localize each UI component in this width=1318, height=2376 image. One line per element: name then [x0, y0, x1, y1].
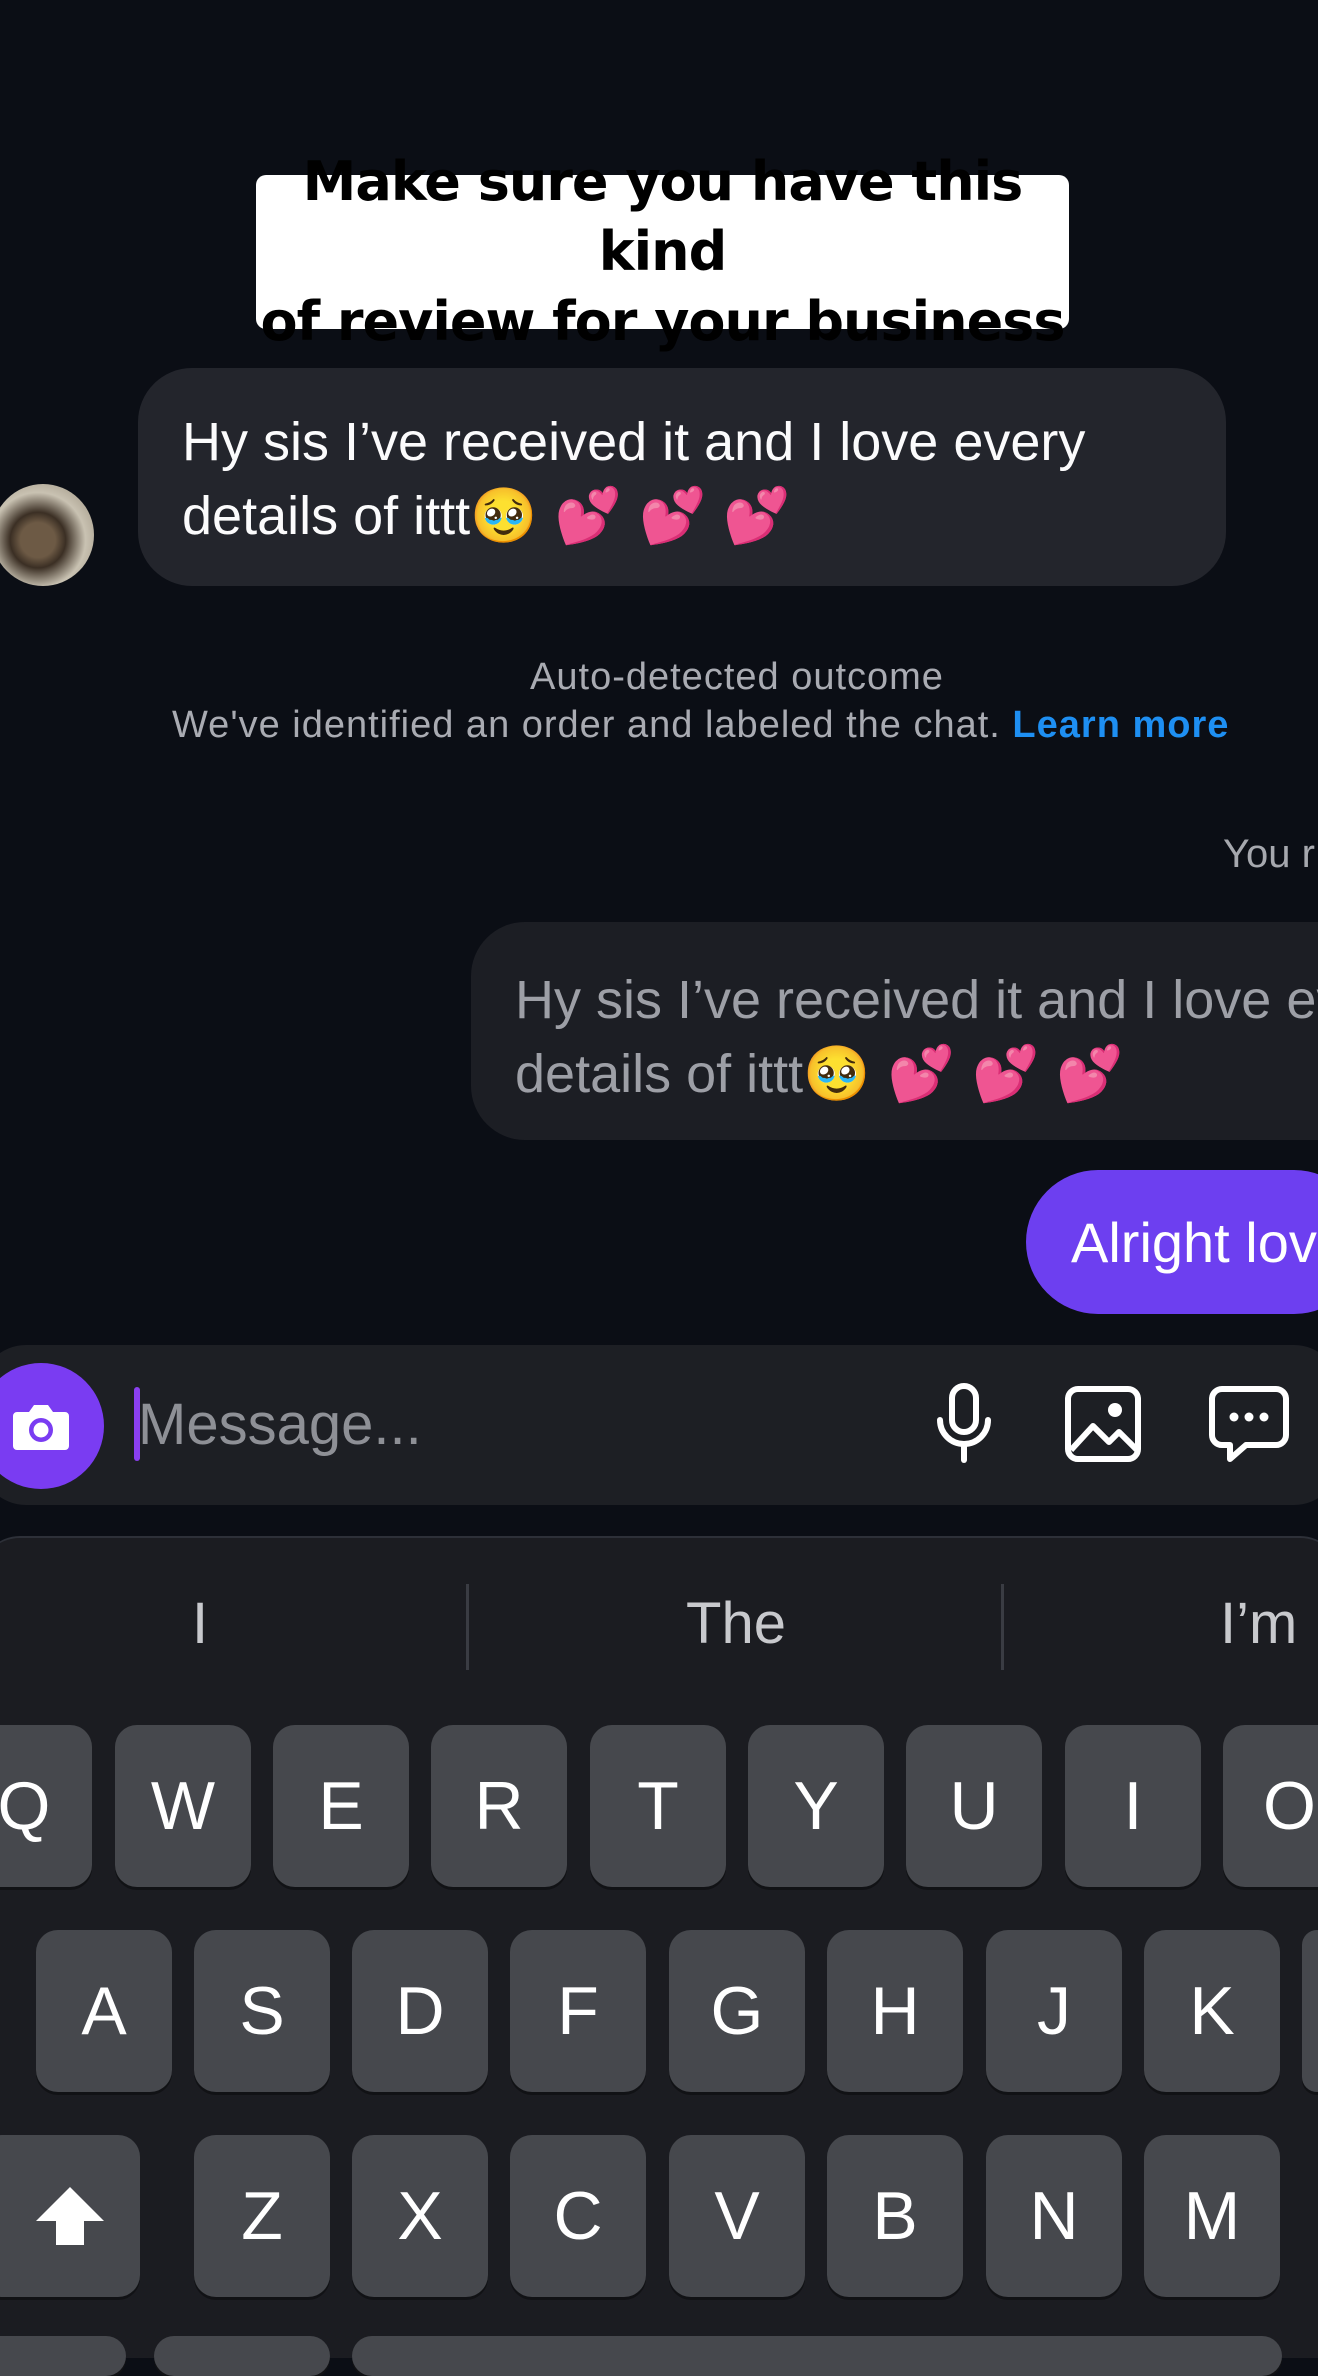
key-e[interactable]: E	[273, 1725, 409, 1887]
microphone-button[interactable]	[922, 1382, 1006, 1466]
camera-icon	[13, 1405, 69, 1450]
image-icon	[1065, 1386, 1141, 1462]
key-f[interactable]: F	[510, 1930, 646, 2092]
incoming-message-emojis: 🥹 💕 💕 💕	[470, 484, 791, 547]
shift-icon	[36, 2187, 104, 2245]
key-b[interactable]: B	[827, 2135, 963, 2297]
notice-body: We've identified an order and labeled th…	[172, 704, 1229, 747]
incoming-message-bubble[interactable]: Hy sis I’ve received it and I love every…	[138, 368, 1226, 586]
key-l-partial[interactable]	[1302, 1930, 1318, 2092]
shift-key[interactable]	[0, 2135, 140, 2297]
key-v[interactable]: V	[669, 2135, 805, 2297]
key-r[interactable]: R	[431, 1725, 567, 1887]
key-j[interactable]: J	[986, 1930, 1122, 2092]
quoted-message-line-1: Hy sis I’ve received it and I love ev	[515, 970, 1318, 1030]
key-c[interactable]: C	[510, 2135, 646, 2297]
caption-line-2: of review for your business	[260, 290, 1066, 353]
key-q[interactable]: Q	[0, 1725, 92, 1887]
key-g[interactable]: G	[669, 1930, 805, 2092]
key-w[interactable]: W	[115, 1725, 251, 1887]
emoji-key[interactable]	[154, 2336, 330, 2376]
key-x[interactable]: X	[352, 2135, 488, 2297]
key-i[interactable]: I	[1065, 1725, 1201, 1887]
suggestion-divider	[466, 1584, 469, 1670]
you-replied-label: You r	[1223, 832, 1315, 876]
quoted-message-bubble[interactable]: Hy sis I’ve received it and I love ev de…	[471, 922, 1318, 1140]
incoming-message-line-2: details of ittt	[182, 486, 471, 546]
microphone-icon	[937, 1383, 991, 1463]
space-key[interactable]	[352, 2336, 1282, 2376]
suggestion-2[interactable]: The	[560, 1590, 912, 1670]
key-d[interactable]: D	[352, 1930, 488, 2092]
suggestion-divider	[1001, 1584, 1004, 1670]
incoming-message-line-1: Hy sis I’ve received it and I love every	[182, 412, 1086, 472]
key-t[interactable]: T	[590, 1725, 726, 1887]
key-y[interactable]: Y	[748, 1725, 884, 1887]
outgoing-message-text: Alright lov	[1071, 1210, 1317, 1274]
key-n[interactable]: N	[986, 2135, 1122, 2297]
suggestion-3[interactable]: I’m	[1220, 1590, 1318, 1670]
key-s[interactable]: S	[194, 1930, 330, 2092]
learn-more-link[interactable]: Learn more	[1012, 704, 1229, 746]
sticker-chat-icon	[1209, 1386, 1289, 1462]
key-z[interactable]: Z	[194, 2135, 330, 2297]
sender-avatar[interactable]	[0, 484, 94, 586]
quoted-message-emojis: 🥹 💕 💕 💕	[803, 1042, 1124, 1105]
notice-title: Auto-detected outcome	[530, 656, 944, 698]
key-k[interactable]: K	[1144, 1930, 1280, 2092]
key-m[interactable]: M	[1144, 2135, 1280, 2297]
quoted-message-line-2: details of ittt	[515, 1044, 804, 1104]
key-a[interactable]: A	[36, 1930, 172, 2092]
sticker-button[interactable]	[1207, 1382, 1291, 1466]
message-input[interactable]	[138, 1382, 738, 1466]
caption-overlay: Make sure you have this kind of review f…	[256, 150, 1069, 353]
key-u[interactable]: U	[906, 1725, 1042, 1887]
outgoing-message-bubble[interactable]: Alright lov	[1026, 1170, 1318, 1314]
numbers-key[interactable]	[0, 2336, 126, 2376]
gallery-button[interactable]	[1061, 1382, 1145, 1466]
key-h[interactable]: H	[827, 1930, 963, 2092]
caption-line-1: Make sure you have this kind	[302, 150, 1024, 283]
notice-text: We've identified an order and labeled th…	[172, 704, 1001, 746]
key-o[interactable]: O	[1223, 1725, 1318, 1887]
suggestion-1[interactable]: I	[110, 1590, 290, 1670]
